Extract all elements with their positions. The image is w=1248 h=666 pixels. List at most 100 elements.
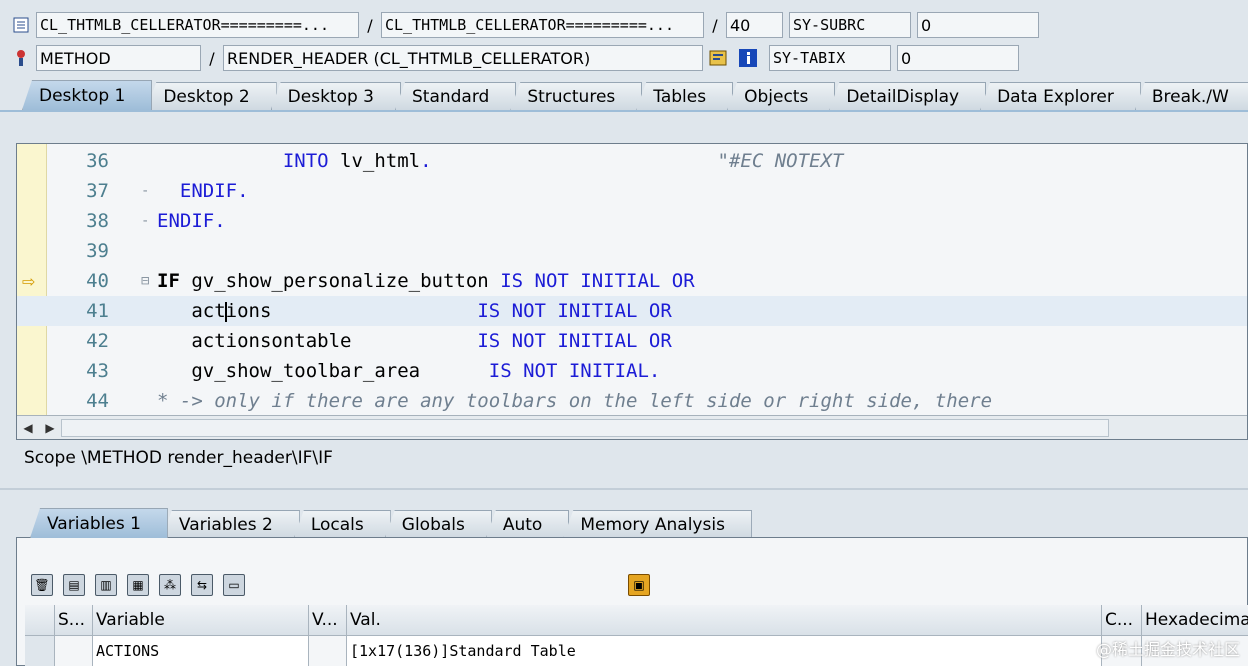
column-header[interactable]: C... [1102,605,1142,636]
sytabix-label: SY-TABIX [769,45,891,71]
column-header[interactable]: S... [55,605,93,636]
tab-variables-0[interactable]: Variables 1 [30,508,168,538]
code-line[interactable]: 36 INTO lv_html. "#EC NOTEXT [17,146,1247,176]
fold-marker[interactable]: ⊟ [141,273,153,289]
scroll-right-icon[interactable]: ▶ [39,421,61,435]
display-source-icon[interactable] [706,46,730,70]
code-line[interactable]: 41 actions IS NOT INITIAL OR [17,296,1247,326]
code-line[interactable]: 38 - ENDIF. [17,206,1247,236]
sysubrc-label: SY-SUBRC [789,12,911,38]
code-token: ENDIF. [157,210,226,232]
tab-desktop-6[interactable]: Objects [727,82,836,110]
fold-marker: - [141,213,150,229]
code-text: IF gv_show_personalize_button IS NOT INI… [157,270,695,292]
line-number: 36 [86,150,109,172]
code-token: ENDIF. [179,180,249,202]
include-field[interactable]: CL_THTMLB_CELLERATOR=========... [381,12,704,38]
code-token: actionsontable [157,330,352,352]
line-number: 41 [86,300,109,322]
method-icon [10,47,32,69]
tab-desktop-0[interactable]: Desktop 1 [22,80,153,110]
tab-strip-underline [0,110,1248,112]
save-icon[interactable]: ▣ [628,574,650,596]
code-token: IS NOT INITIAL. [488,360,661,382]
tab-desktop-8[interactable]: Data Explorer [980,82,1141,110]
code-line[interactable]: 39 [17,236,1247,266]
pane-splitter[interactable] [0,488,1248,490]
code-token: IS NOT INITIAL OR [477,330,672,352]
grid-header-row: S... Variable V... Val. C... Hexadecimal [25,605,1248,636]
variables-toolbar: 🗑 ▤ ▥ ▦ ⁂ ⇆ ▭ [31,574,255,596]
code-token: gv_show_toolbar_area [157,360,421,382]
tab-desktop-2[interactable]: Desktop 3 [270,82,401,110]
fold-marker: - [141,183,150,199]
code-editor[interactable]: ⇨ 36 INTO lv_html. "#EC NOTEXT 37- ENDIF.… [16,143,1248,440]
scope-text: Scope \METHOD render_header\IF\IF [24,448,333,468]
tab-desktop-1[interactable]: Desktop 2 [146,82,277,110]
tab-variables-3[interactable]: Globals [384,510,492,538]
column-header[interactable]: Variable [93,605,309,636]
code-text: INTO lv_html. "#EC NOTEXT [157,150,844,172]
import-icon[interactable]: ▭ [223,574,245,596]
column-header[interactable]: V... [309,605,347,636]
select-all-cell[interactable] [25,605,55,636]
transfer-icon[interactable]: ⇆ [191,574,213,596]
program-field[interactable]: CL_THTMLB_CELLERATOR=========... [36,12,359,38]
line-number: 42 [86,330,109,352]
tab-variables-2[interactable]: Locals [293,510,391,538]
header-row-program: CL_THTMLB_CELLERATOR=========... / CL_TH… [0,10,1039,40]
code-text: actions IS NOT INITIAL OR [157,300,672,322]
line-number: 38 [86,210,109,232]
scroll-left-icon[interactable]: ◀ [17,421,39,435]
column-header[interactable]: Hexadecimal [1142,605,1248,636]
horizontal-scrollbar[interactable]: ◀ ▶ [17,415,1247,439]
append-icon[interactable]: ▥ [95,574,117,596]
program-icon [10,14,32,36]
insert-icon[interactable]: ▤ [63,574,85,596]
code-line[interactable]: 43 gv_show_toolbar_area IS NOT INITIAL. [17,356,1247,386]
tab-desktop-4[interactable]: Structures [510,82,643,110]
row-selector[interactable] [25,636,55,666]
code-token: INTO [282,150,329,172]
code-line[interactable]: 37 - ENDIF. [17,176,1247,206]
tab-variables-4[interactable]: Auto [485,510,570,538]
table-cell[interactable]: ACTIONS [93,636,309,666]
info-icon[interactable] [736,46,760,70]
code-line[interactable]: 40 ⊟ IF gv_show_personalize_button IS NOT … [17,266,1247,296]
tab-variables-1[interactable]: Variables 2 [161,510,300,538]
hierarchy-icon[interactable]: ⁂ [159,574,181,596]
code-token: IS NOT INITIAL OR [477,300,672,322]
code-line[interactable]: 44 * -> only if there are any toolbars on… [17,386,1247,416]
line-number: 44 [86,390,109,412]
table-cell [55,636,93,666]
table-row[interactable]: ACTIONS [1x17(136)]Standard Table [25,636,1248,666]
sytabix-value: 0 [897,45,1019,71]
tab-desktop-9[interactable]: Break./W [1134,82,1248,110]
variables-panel: 🗑 ▤ ▥ ▦ ⁂ ⇆ ▭ ▣ S... Variable V... Val. C... Hexade… [16,537,1248,666]
scroll-track[interactable] [61,418,1109,437]
tab-variables-5[interactable]: Memory Analysis [563,510,752,538]
tab-desktop-7[interactable]: DetailDisplay [829,82,987,110]
tab-desktop-3[interactable]: Standard [394,82,517,110]
line-number-field[interactable]: 40 [726,12,783,38]
tab-desktop-5[interactable]: Tables [636,82,734,110]
delete-icon[interactable]: 🗑 [31,574,53,596]
code-text: gv_show_toolbar_area IS NOT INITIAL. [157,360,660,382]
remove-all-icon[interactable]: ▦ [127,574,149,596]
code-line[interactable]: 42 actionsontable IS NOT INITIAL OR [17,326,1247,356]
code-token: . [420,150,432,172]
code-token: act [157,300,226,322]
code-token: lv_html [328,150,421,172]
code-token: * -> only if there are any toolbars on t… [157,390,993,412]
separator: / [712,15,718,35]
column-header[interactable]: Val. [347,605,1102,636]
line-number: 43 [86,360,109,382]
code-token: gv_show_personalize_button [179,270,501,292]
line-number: 39 [86,240,109,262]
code-token: IF [157,270,180,292]
variables-grid: S... Variable V... Val. C... Hexadecimal ACTIO… [25,605,1248,666]
